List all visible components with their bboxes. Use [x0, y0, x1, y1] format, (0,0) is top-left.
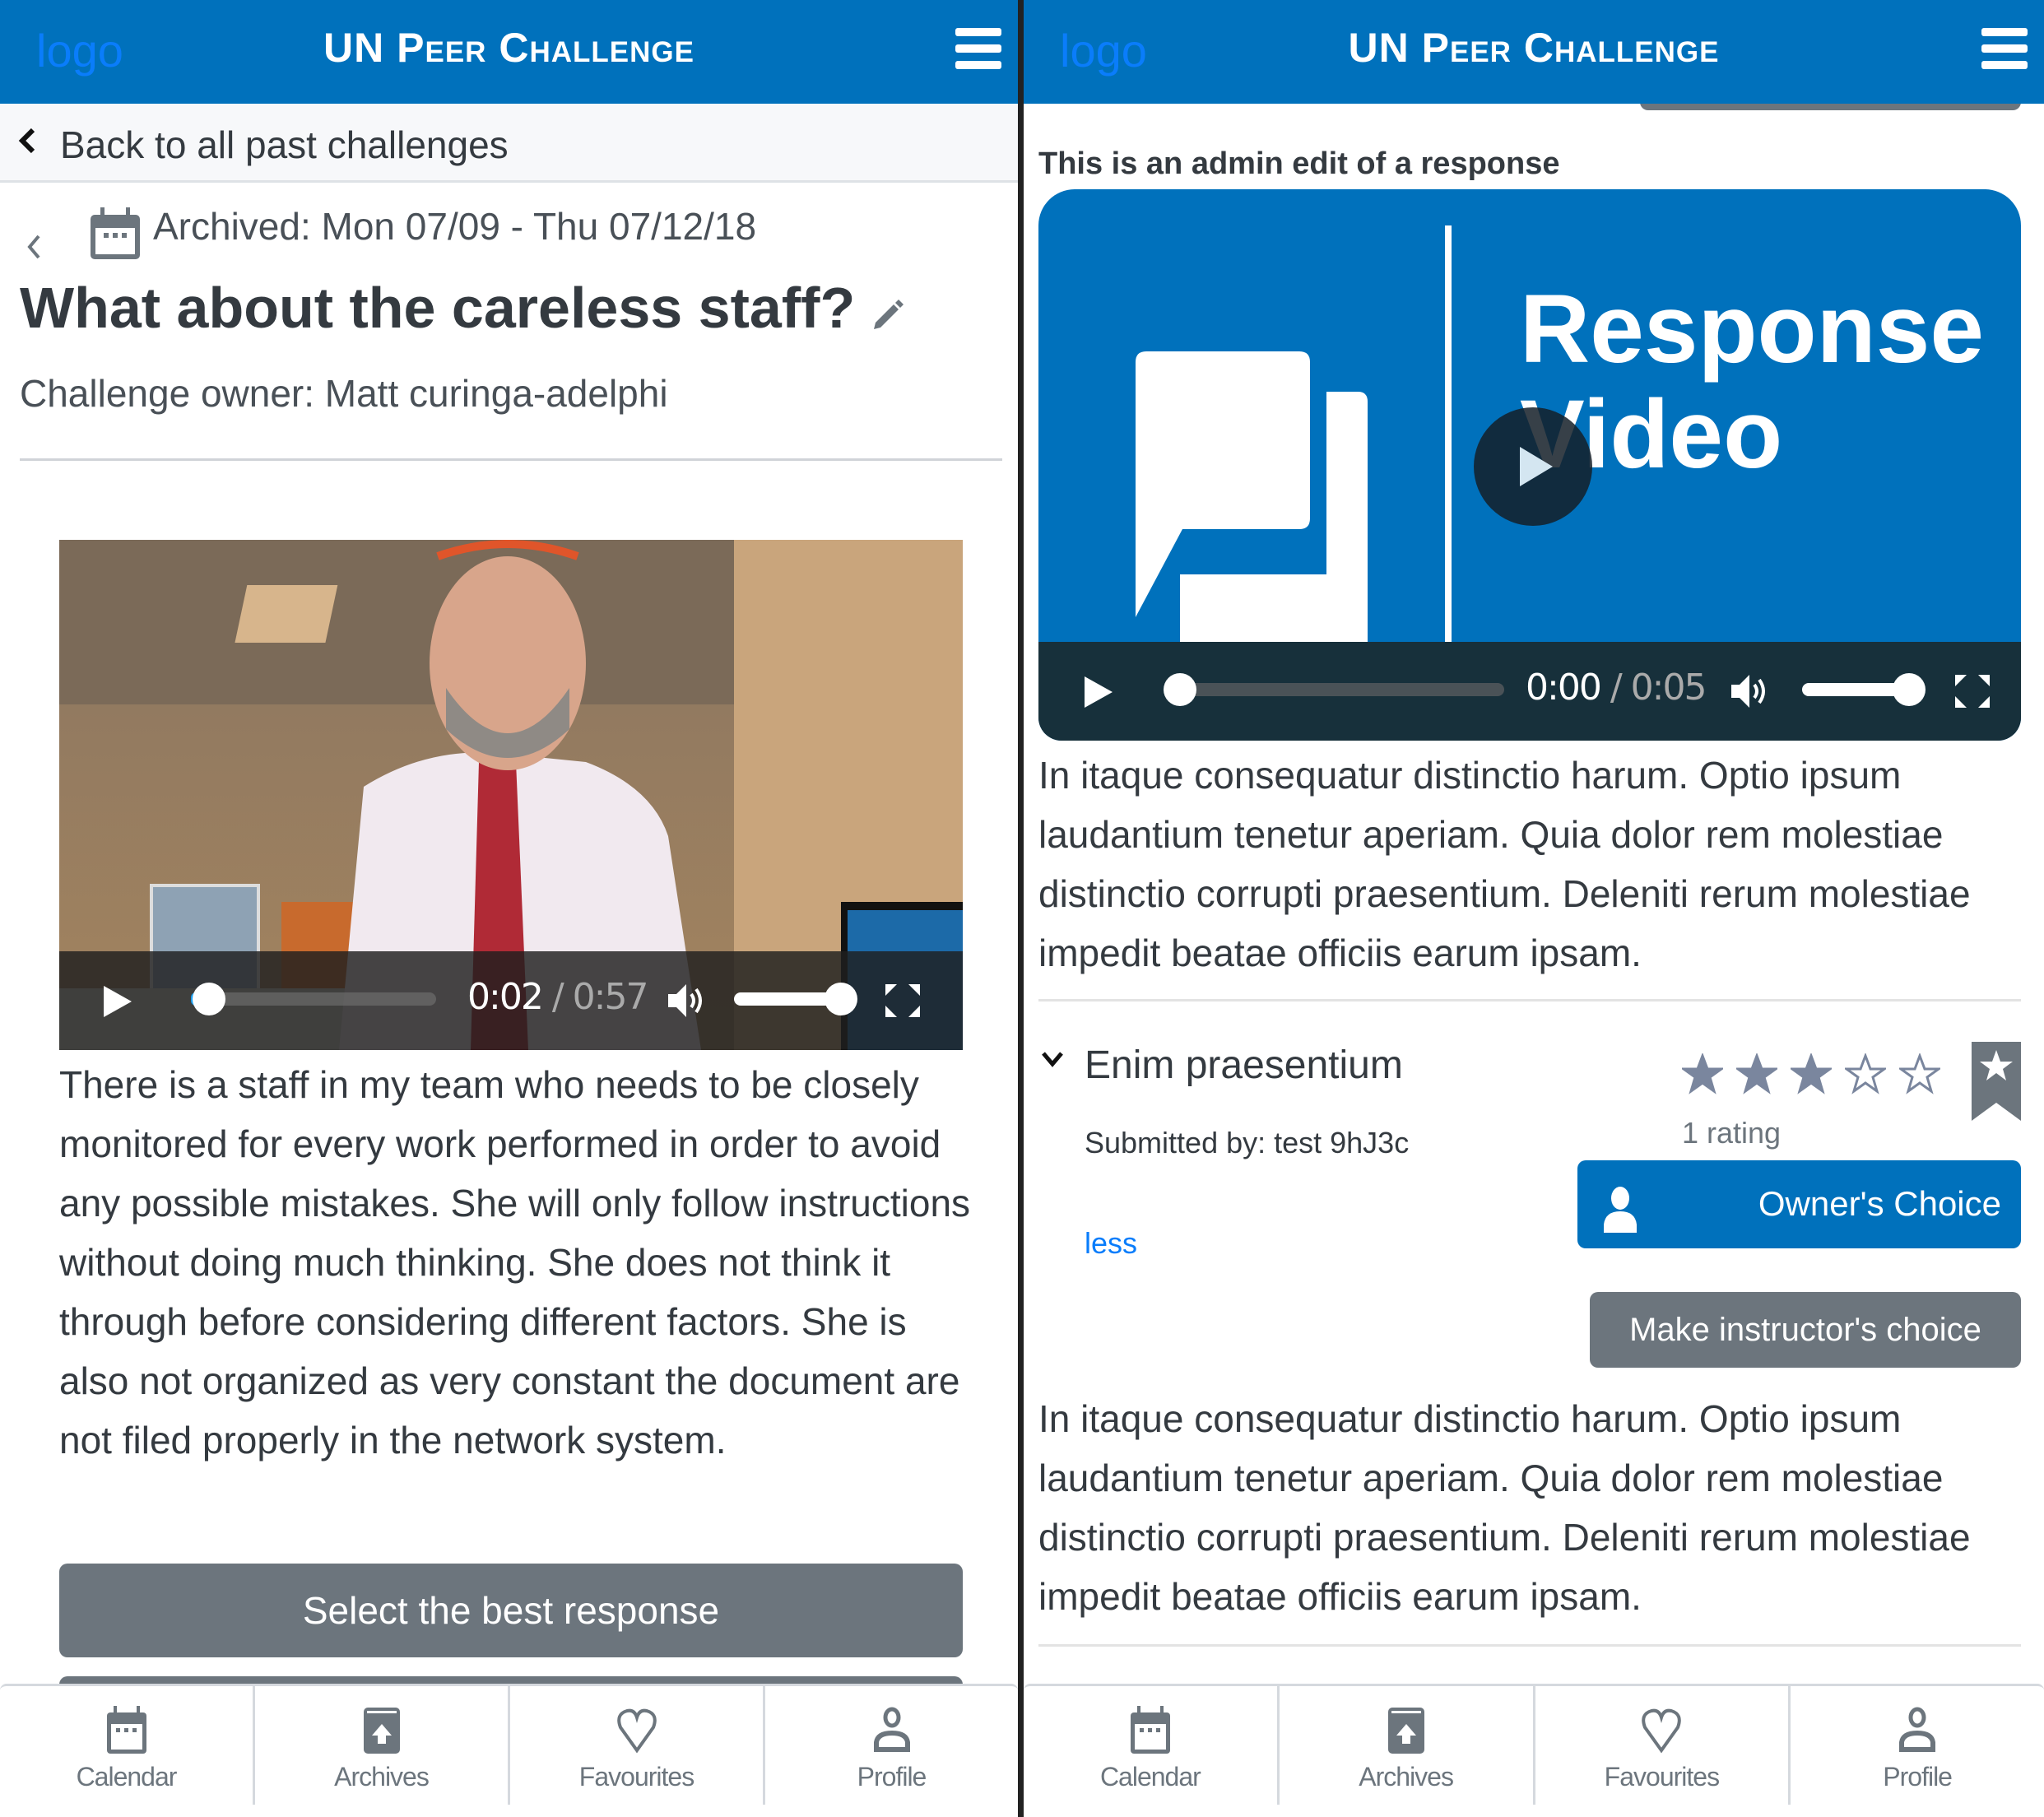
- heart-icon: [1642, 1708, 1682, 1754]
- app-header: logo UN Peer Challenge: [1024, 0, 2044, 104]
- heart-icon: [616, 1708, 657, 1754]
- response-video-player[interactable]: Response Video 0:00 / 0:05: [1038, 189, 2021, 741]
- seek-handle[interactable]: [1164, 673, 1196, 706]
- volume-handle[interactable]: [1893, 673, 1926, 706]
- divider: [1038, 1644, 2021, 1647]
- star-filled-icon[interactable]: [1791, 1053, 1832, 1094]
- app-title: UN Peer Challenge: [323, 25, 694, 71]
- play-icon: [1520, 447, 1553, 486]
- pencil-edit-icon[interactable]: [867, 298, 905, 336]
- challenge-description: There is a staff in my team who needs to…: [59, 1063, 971, 1462]
- response-body: In itaque consequatur distinctio harum. …: [1038, 754, 1971, 974]
- nav-label: Profile: [1883, 1762, 1953, 1791]
- response-detail-body: In itaque consequatur distinctio harum. …: [1038, 1397, 1971, 1618]
- response-title[interactable]: Enim praesentium: [1085, 1042, 1403, 1090]
- archived-row: Archived: Mon 07/09 - Thu 07/12/18: [0, 202, 1018, 267]
- submitted-by: Submitted by: test 9hJ3c: [1085, 1126, 1410, 1159]
- volume-icon[interactable]: [667, 983, 709, 1019]
- back-link[interactable]: Back to all past challenges: [0, 104, 1018, 183]
- back-link-label: Back to all past challenges: [60, 123, 509, 166]
- calendar-icon: [91, 207, 140, 259]
- admin-edit-note: This is an admin edit of a response: [1038, 146, 1560, 181]
- challenge-owner: Challenge owner: Matt curinga-adelphi: [20, 372, 668, 415]
- nav-label: Favourites: [578, 1762, 694, 1791]
- nav-label: Favourites: [1604, 1762, 1720, 1791]
- owners-choice-button[interactable]: Owner's Choice: [1577, 1160, 2021, 1248]
- fullscreen-icon[interactable]: [884, 983, 922, 1019]
- time-separator: /: [551, 976, 564, 1018]
- archived-dates: Archived: Mon 07/09 - Thu 07/12/18: [153, 205, 757, 248]
- play-icon[interactable]: [102, 984, 133, 1019]
- challenge-title: What about the careless staff?: [20, 276, 856, 340]
- chevron-left-icon[interactable]: [25, 233, 43, 261]
- divider: [1038, 999, 2021, 1001]
- poster-divider: [1445, 225, 1452, 688]
- nav-label: Calendar: [1099, 1762, 1201, 1791]
- seek-handle[interactable]: [193, 983, 226, 1015]
- video-seek-bar[interactable]: [191, 992, 436, 1006]
- current-time: 0:02: [467, 976, 544, 1018]
- bottom-nav: Calendar Archives Favourites Profile: [1024, 1684, 2044, 1817]
- challenge-video-player[interactable]: 0:02 / 0:57: [59, 540, 963, 1050]
- star-rating[interactable]: [1682, 1053, 1940, 1099]
- fullscreen-icon[interactable]: [1953, 673, 1991, 709]
- nav-label: Archives: [334, 1762, 430, 1791]
- app-title: UN Peer Challenge: [1348, 25, 1720, 71]
- hamburger-menu-icon[interactable]: [955, 28, 1001, 69]
- play-icon[interactable]: [1083, 675, 1114, 709]
- owners-choice-label: Owner's Choice: [1758, 1184, 2001, 1223]
- current-time: 0:00: [1526, 667, 1602, 709]
- archive-icon: [1387, 1708, 1424, 1754]
- less-link[interactable]: less: [1085, 1224, 1137, 1262]
- profile-icon: [873, 1707, 910, 1752]
- nav-profile[interactable]: Profile: [765, 1686, 1018, 1805]
- time-display: 0:00 / 0:05: [1526, 665, 1707, 711]
- star-filled-icon[interactable]: [1682, 1053, 1723, 1094]
- nav-label: Archives: [1359, 1762, 1454, 1791]
- star-empty-icon[interactable]: [1899, 1053, 1940, 1094]
- time-separator: /: [1610, 667, 1623, 709]
- video-seek-bar[interactable]: [1170, 683, 1504, 696]
- rating-count: 1 rating: [1682, 1116, 1782, 1150]
- hamburger-menu-icon[interactable]: [1981, 28, 2028, 69]
- right-screen: logo UN Peer Challenge This is an admin …: [1024, 0, 2044, 1817]
- star-filled-icon[interactable]: [1736, 1053, 1777, 1094]
- profile-icon: [1899, 1707, 1936, 1752]
- nav-label: Profile: [857, 1762, 927, 1791]
- person-icon: [1604, 1187, 1637, 1233]
- chevron-left-icon: [18, 128, 35, 154]
- make-instructors-choice-button[interactable]: Make instructor's choice: [1590, 1292, 2021, 1368]
- video-controls: 0:02 / 0:57: [59, 951, 963, 1050]
- duration: 0:57: [572, 976, 649, 1018]
- time-display: 0:02 / 0:57: [467, 974, 649, 1020]
- left-screen: logo UN Peer Challenge Back to all past …: [0, 0, 1018, 1817]
- app-header: logo UN Peer Challenge: [0, 0, 1018, 104]
- bookmark-star-icon[interactable]: [1972, 1042, 2021, 1121]
- star-empty-icon[interactable]: [1845, 1053, 1886, 1094]
- calendar-icon: [1130, 1706, 1170, 1754]
- calendar-icon: [106, 1706, 146, 1754]
- divider: [20, 458, 1002, 461]
- bottom-nav: Calendar Archives Favourites Profile: [0, 1684, 1018, 1817]
- nav-profile[interactable]: Profile: [1791, 1686, 2044, 1805]
- nav-label: Calendar: [76, 1762, 178, 1791]
- nav-favourites[interactable]: Favourites: [510, 1686, 765, 1805]
- poster-line-1: Response: [1520, 275, 1984, 383]
- big-play-button[interactable]: [1474, 407, 1592, 526]
- chevron-down-icon[interactable]: [1040, 1050, 1065, 1068]
- nav-calendar[interactable]: Calendar: [1024, 1686, 1280, 1805]
- volume-handle[interactable]: [825, 983, 857, 1015]
- nav-archives[interactable]: Archives: [1280, 1686, 1535, 1805]
- nav-favourites[interactable]: Favourites: [1535, 1686, 1791, 1805]
- nav-archives[interactable]: Archives: [255, 1686, 510, 1805]
- nav-calendar[interactable]: Calendar: [0, 1686, 255, 1805]
- select-best-response-button[interactable]: Select the best response: [59, 1564, 963, 1657]
- duration: 0:05: [1630, 667, 1707, 709]
- video-controls: 0:00 / 0:05: [1038, 642, 2021, 741]
- archive-icon: [363, 1708, 400, 1754]
- volume-icon[interactable]: [1730, 673, 1772, 709]
